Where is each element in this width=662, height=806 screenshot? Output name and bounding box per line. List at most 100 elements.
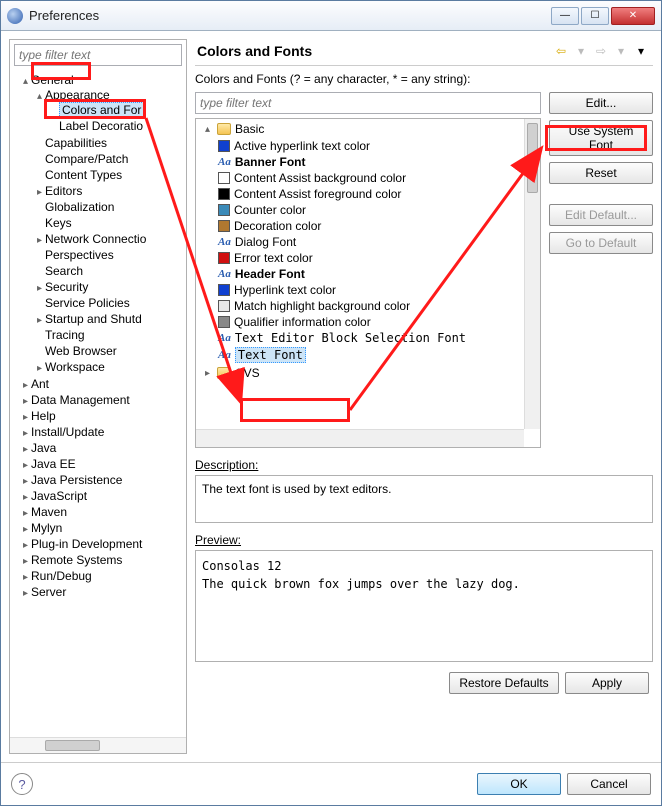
- tree-general[interactable]: General: [31, 73, 74, 87]
- folder-icon: [217, 123, 231, 135]
- minimize-button[interactable]: —: [551, 7, 579, 25]
- left-h-scrollbar[interactable]: [10, 737, 186, 753]
- font-icon: Aa: [218, 268, 231, 280]
- app-icon: [7, 8, 23, 24]
- view-menu-icon[interactable]: ▾: [633, 43, 649, 59]
- tree-java[interactable]: Java: [31, 441, 56, 455]
- nav-fwd-menu-icon[interactable]: ▾: [613, 43, 629, 59]
- nav-back-icon[interactable]: ⇦: [553, 43, 569, 59]
- cf-v-scrollbar[interactable]: [524, 119, 540, 429]
- cancel-button[interactable]: Cancel: [567, 773, 651, 795]
- tree-keys[interactable]: Keys: [45, 216, 72, 230]
- apply-button[interactable]: Apply: [565, 672, 649, 694]
- window-title: Preferences: [29, 8, 551, 23]
- nav-back-menu-icon[interactable]: ▾: [573, 43, 589, 59]
- tree-tracing[interactable]: Tracing: [45, 328, 85, 342]
- tree-workspace[interactable]: Workspace: [45, 360, 105, 374]
- cf-cvs[interactable]: CVS: [235, 366, 260, 380]
- cf-item[interactable]: Header Font: [235, 267, 305, 281]
- preview-line: The quick brown fox jumps over the lazy …: [202, 575, 646, 593]
- goto-default-button[interactable]: Go to Default: [549, 232, 653, 254]
- edit-default-button[interactable]: Edit Default...: [549, 204, 653, 226]
- dialog-button-bar: ? OK Cancel: [1, 762, 661, 805]
- color-swatch: [218, 316, 230, 328]
- help-icon[interactable]: ?: [11, 773, 33, 795]
- cf-item[interactable]: Counter color: [234, 203, 306, 217]
- preview-label: Preview:: [195, 533, 653, 547]
- tree-search[interactable]: Search: [45, 264, 83, 278]
- ok-button[interactable]: OK: [477, 773, 561, 795]
- edit-button[interactable]: Edit...: [549, 92, 653, 114]
- tree-globalization[interactable]: Globalization: [45, 200, 114, 214]
- cf-text-font[interactable]: Text Font: [235, 347, 306, 363]
- cf-item[interactable]: Qualifier information color: [234, 315, 371, 329]
- nav-fwd-icon[interactable]: ⇨: [593, 43, 609, 59]
- filter-hint: Colors and Fonts (? = any character, * =…: [195, 72, 653, 86]
- tree-editors[interactable]: Editors: [45, 184, 82, 198]
- font-icon: Aa: [218, 332, 231, 344]
- tree-plugin-dev[interactable]: Plug-in Development: [31, 537, 142, 551]
- cf-item[interactable]: Error text color: [234, 251, 313, 265]
- color-swatch: [218, 220, 230, 232]
- cf-item[interactable]: Active hyperlink text color: [234, 139, 370, 153]
- font-icon: Aa: [218, 349, 231, 361]
- tree-ant[interactable]: Ant: [31, 377, 49, 391]
- tree-startup-shutdown[interactable]: Startup and Shutd: [45, 312, 142, 326]
- tree-help[interactable]: Help: [31, 409, 56, 423]
- color-swatch: [218, 300, 230, 312]
- cf-item[interactable]: Dialog Font: [235, 235, 296, 249]
- color-swatch: [218, 284, 230, 296]
- folder-icon: [217, 367, 231, 379]
- tree-content-types[interactable]: Content Types: [45, 168, 122, 182]
- tree-network-connections[interactable]: Network Connectio: [45, 232, 146, 246]
- tree-install-update[interactable]: Install/Update: [31, 425, 104, 439]
- category-tree[interactable]: ▴General ▴Appearance Colors and For Labe…: [10, 70, 186, 737]
- main-panel: Colors and Fonts ⇦ ▾ ⇨ ▾ ▾ Colors and Fo…: [195, 39, 653, 754]
- cf-item[interactable]: Decoration color: [234, 219, 321, 233]
- tree-service-policies[interactable]: Service Policies: [45, 296, 130, 310]
- cf-item[interactable]: Content Assist background color: [234, 171, 406, 185]
- category-panel: ▴General ▴Appearance Colors and For Labe…: [9, 39, 187, 754]
- tree-label-decorations[interactable]: Label Decoratio: [59, 119, 143, 133]
- tree-maven[interactable]: Maven: [31, 505, 67, 519]
- tree-server[interactable]: Server: [31, 585, 66, 599]
- tree-colors-and-fonts[interactable]: Colors and For: [59, 102, 144, 118]
- color-swatch: [218, 140, 230, 152]
- cf-item[interactable]: Content Assist foreground color: [234, 187, 401, 201]
- tree-remote-systems[interactable]: Remote Systems: [31, 553, 122, 567]
- tree-security[interactable]: Security: [45, 280, 88, 294]
- color-swatch: [218, 188, 230, 200]
- font-icon: Aa: [218, 156, 231, 168]
- cf-filter-input[interactable]: [195, 92, 541, 114]
- tree-java-ee[interactable]: Java EE: [31, 457, 76, 471]
- page-heading: Colors and Fonts: [197, 43, 551, 59]
- tree-javascript[interactable]: JavaScript: [31, 489, 87, 503]
- tree-run-debug[interactable]: Run/Debug: [31, 569, 92, 583]
- tree-data-management[interactable]: Data Management: [31, 393, 130, 407]
- cf-item[interactable]: Banner Font: [235, 155, 306, 169]
- restore-defaults-button[interactable]: Restore Defaults: [449, 672, 559, 694]
- tree-perspectives[interactable]: Perspectives: [45, 248, 114, 262]
- color-swatch: [218, 252, 230, 264]
- tree-web-browser[interactable]: Web Browser: [45, 344, 117, 358]
- colors-fonts-tree[interactable]: ▴Basic Active hyperlink text color AaBan…: [196, 119, 540, 431]
- cf-h-scrollbar[interactable]: [196, 429, 524, 447]
- color-swatch: [218, 204, 230, 216]
- font-icon: Aa: [218, 236, 231, 248]
- cf-item[interactable]: Hyperlink text color: [234, 283, 336, 297]
- tree-java-persistence[interactable]: Java Persistence: [31, 473, 122, 487]
- tree-capabilities[interactable]: Capabilities: [45, 136, 107, 150]
- description-label: Description:: [195, 458, 653, 472]
- cf-basic[interactable]: Basic: [235, 122, 264, 136]
- cf-item[interactable]: Match highlight background color: [234, 299, 410, 313]
- tree-mylyn[interactable]: Mylyn: [31, 521, 62, 535]
- tree-compare-patch[interactable]: Compare/Patch: [45, 152, 128, 166]
- cf-item[interactable]: Text Editor Block Selection Font: [235, 331, 466, 345]
- use-system-font-button[interactable]: Use System Font: [549, 120, 653, 156]
- description-box: The text font is used by text editors.: [195, 475, 653, 523]
- reset-button[interactable]: Reset: [549, 162, 653, 184]
- close-button[interactable]: ✕: [611, 7, 655, 25]
- maximize-button[interactable]: ☐: [581, 7, 609, 25]
- left-filter-input[interactable]: [14, 44, 182, 66]
- tree-appearance[interactable]: Appearance: [45, 88, 110, 102]
